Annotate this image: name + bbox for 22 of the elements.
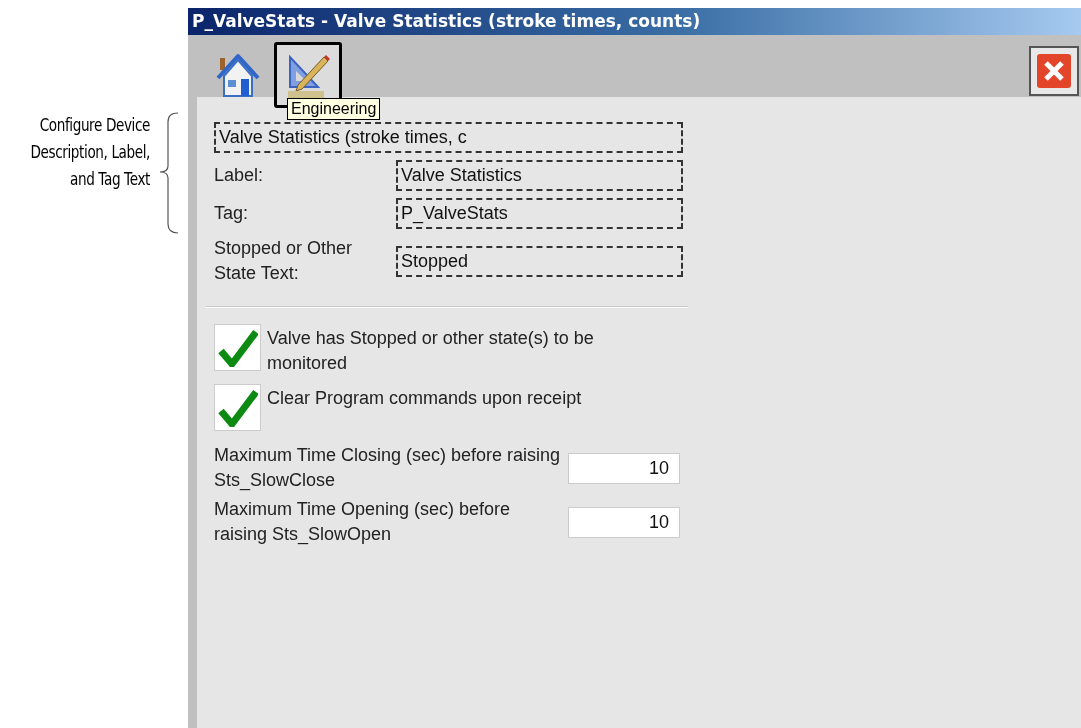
number-field[interactable]: 10 [568,506,680,538]
window-title: P_ValveStats - Valve Statistics (stroke times, counts) [188,8,1081,35]
text-field[interactable]: Stopped [396,245,683,277]
description-field[interactable]: Valve Statistics (stroke times, c [214,122,683,153]
field-label: Stopped or Other State Text: [214,237,354,285]
field-label: Label: [214,164,265,187]
field-label: Maximum Time Closing (sec) before raising Sts_SlowClose [214,444,562,493]
checkbox[interactable] [214,384,261,431]
field-label: Maximum Time Opening (sec) before raising Sts_SlowOpen [214,498,512,547]
field-label: Tag: [214,202,250,225]
text-field[interactable]: P_ValveStats [396,198,683,229]
annotation-text: Configure Device Description, Label, and Tag Text [30,114,150,191]
close-icon [1036,53,1072,89]
checkbox-label: Clear Program commands upon receipt [267,387,583,410]
number-field[interactable]: 10 [568,452,680,484]
checkbox-label: Valve has Stopped or other state(s) to be monitored [267,327,595,375]
checkmark-icon [217,328,258,367]
text-field[interactable]: Valve Statistics [396,160,683,191]
tooltip: Engineering [287,98,381,120]
checkmark-icon [217,388,258,427]
close-button[interactable] [1029,46,1079,96]
checkbox[interactable] [214,324,261,371]
